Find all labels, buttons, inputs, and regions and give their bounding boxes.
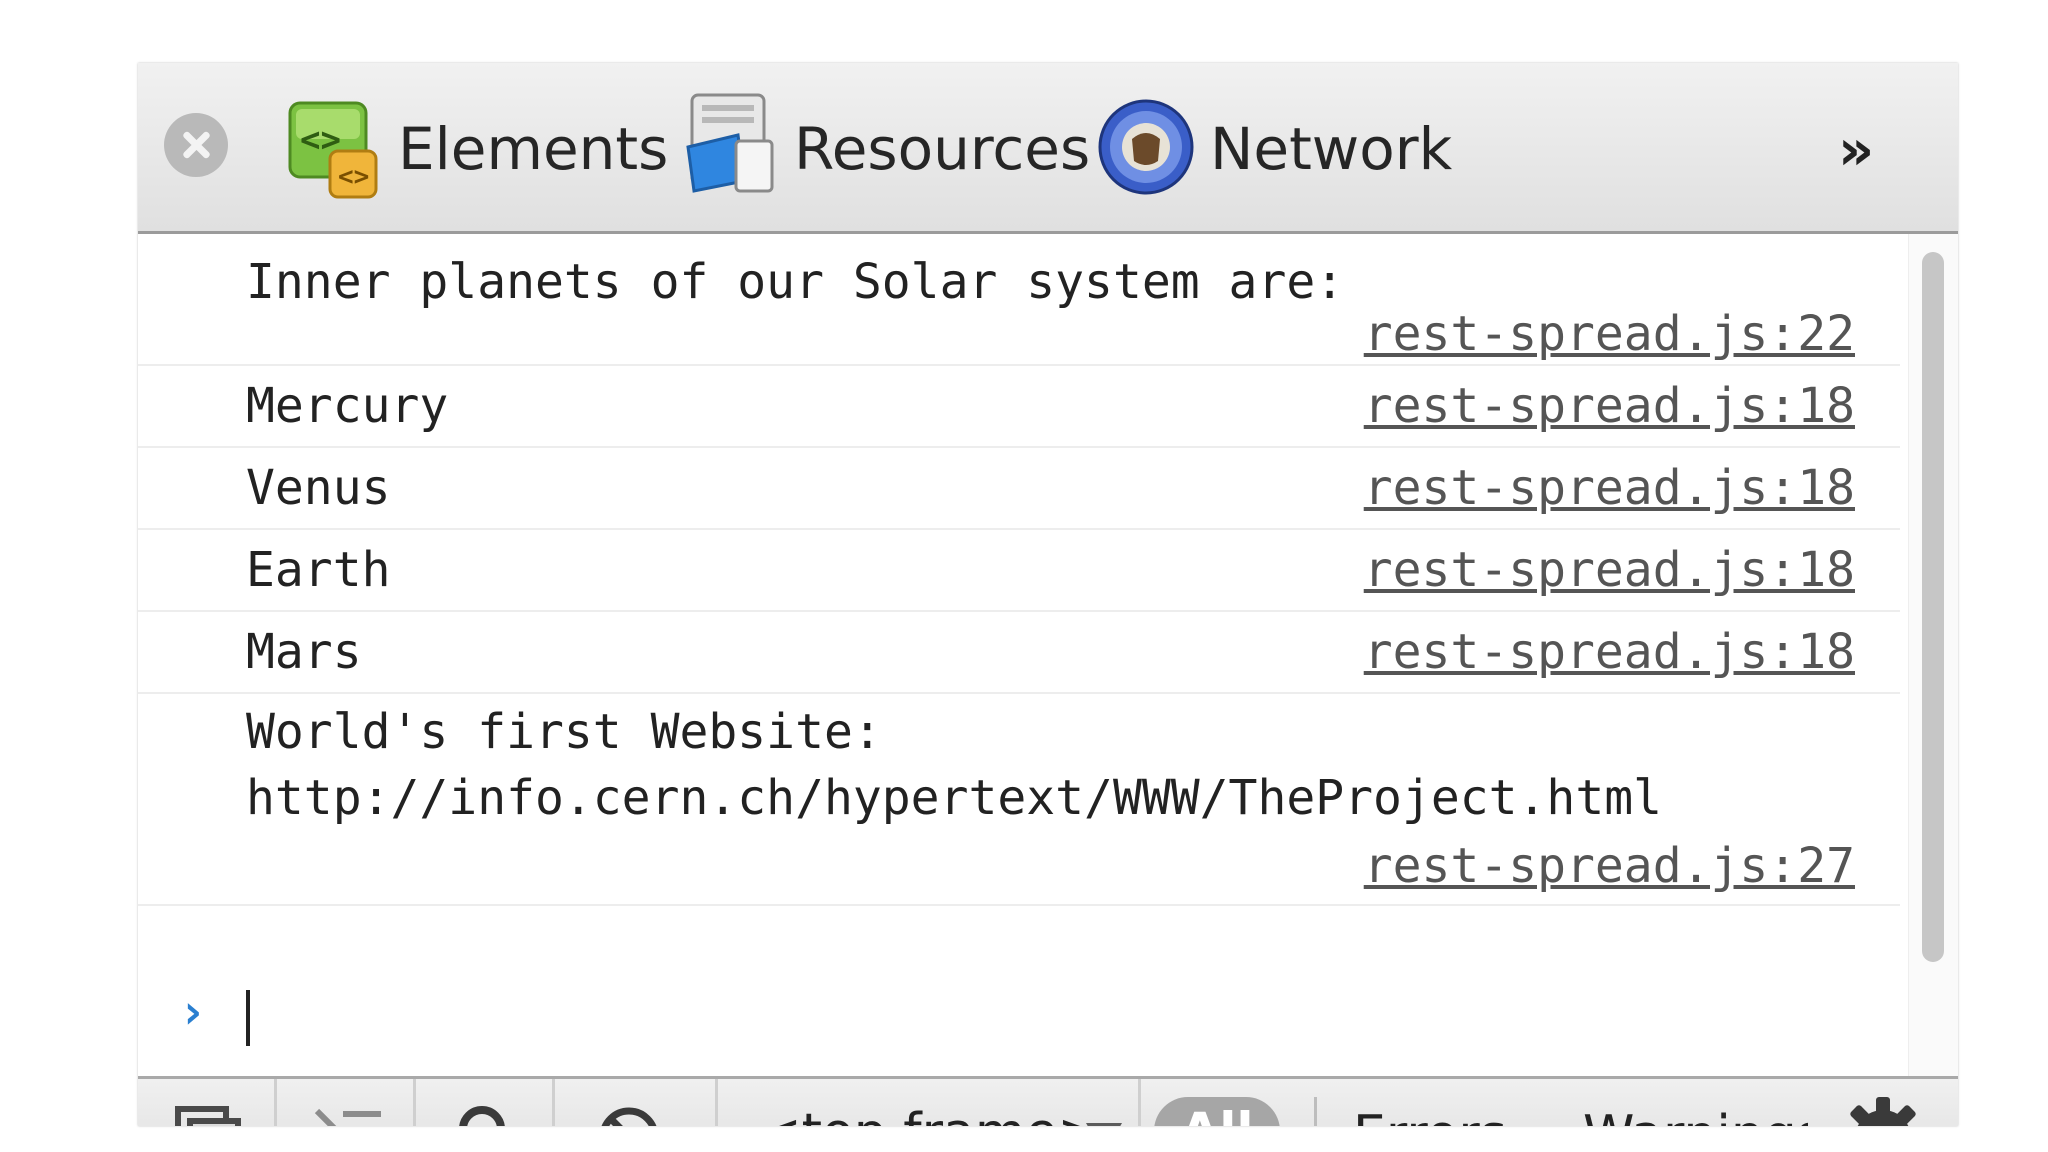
filter-divider: [1314, 1097, 1317, 1126]
search-button[interactable]: [416, 1079, 555, 1126]
chevron-down-icon: [1086, 1123, 1122, 1126]
gear-icon[interactable]: [1838, 1093, 1928, 1126]
devtools-window: <> <> Elements Resources Network » Inner…: [138, 63, 1958, 1126]
console-prompt[interactable]: ›: [138, 984, 1900, 1054]
console-message: Earth rest-spread.js:18: [138, 530, 1900, 612]
tab-resources[interactable]: Resources: [682, 85, 1090, 205]
network-icon: [1098, 99, 1194, 195]
scrollbar-thumb[interactable]: [1922, 252, 1944, 962]
tab-elements-label: Elements: [398, 115, 669, 183]
tab-elements[interactable]: <> <> Elements: [286, 85, 668, 205]
console-source-link[interactable]: rest-spread.js:18: [1364, 378, 1855, 434]
tab-resources-label: Resources: [794, 115, 1091, 183]
elements-icon: <> <>: [288, 101, 378, 199]
console-statusbar: <top frame> All Errors Warnings: [138, 1076, 1958, 1126]
search-icon: [459, 1106, 505, 1126]
console-source-link[interactable]: rest-spread.js:18: [1364, 624, 1855, 680]
console-message: Venus rest-spread.js:18: [138, 448, 1900, 530]
console-message: World's first Website: http://info.cern.…: [138, 694, 1900, 906]
console-message-text: Mercury: [246, 378, 449, 434]
console-source-link[interactable]: rest-spread.js:18: [1364, 542, 1855, 598]
tab-network-label: Network: [1210, 115, 1453, 183]
filter-all-button[interactable]: All: [1154, 1097, 1280, 1126]
frame-selector[interactable]: <top frame>: [718, 1079, 1141, 1126]
console-message-text: Venus: [246, 460, 391, 516]
clear-console-button[interactable]: [555, 1079, 718, 1126]
console-message-text: Earth: [246, 542, 391, 598]
dock-icon: [175, 1106, 241, 1126]
svg-text:<>: <>: [338, 162, 369, 192]
console-message-url: http://info.cern.ch/hypertext/WWW/ThePro…: [246, 770, 1663, 826]
console-source-link[interactable]: rest-spread.js:27: [1364, 838, 1855, 894]
console-source-link[interactable]: rest-spread.js:22: [1364, 306, 1855, 362]
console-message-text: Inner planets of our Solar system are:: [246, 254, 1345, 310]
console-message-text: Mars: [246, 624, 362, 680]
console-source-link[interactable]: rest-spread.js:18: [1364, 460, 1855, 516]
clear-console-icon: [601, 1107, 657, 1126]
console-message: Inner planets of our Solar system are: r…: [138, 234, 1900, 366]
filter-errors-button[interactable]: Errors: [1353, 1105, 1507, 1126]
console-message: Mars rest-spread.js:18: [138, 612, 1900, 694]
show-console-drawer-button[interactable]: [277, 1079, 416, 1126]
devtools-toolbar: <> <> Elements Resources Network »: [138, 63, 1958, 234]
dock-toggle-button[interactable]: [138, 1079, 277, 1126]
console-message-text: World's first Website:: [246, 704, 882, 760]
resources-icon: [686, 93, 774, 193]
prompt-chevron-icon: ›: [178, 984, 207, 1040]
console-message: Mercury rest-spread.js:18: [138, 366, 1900, 448]
filter-warnings-button[interactable]: Warnings: [1583, 1105, 1808, 1126]
close-icon[interactable]: [164, 113, 228, 177]
console-drawer-icon: [314, 1108, 381, 1126]
console-input-caret[interactable]: [246, 990, 250, 1046]
tab-network[interactable]: Network: [1098, 85, 1458, 205]
more-tabs-button[interactable]: »: [1838, 118, 1874, 183]
console-panel[interactable]: Inner planets of our Solar system are: r…: [138, 234, 1958, 1076]
frame-selector-label: <top frame>: [758, 1103, 1101, 1126]
